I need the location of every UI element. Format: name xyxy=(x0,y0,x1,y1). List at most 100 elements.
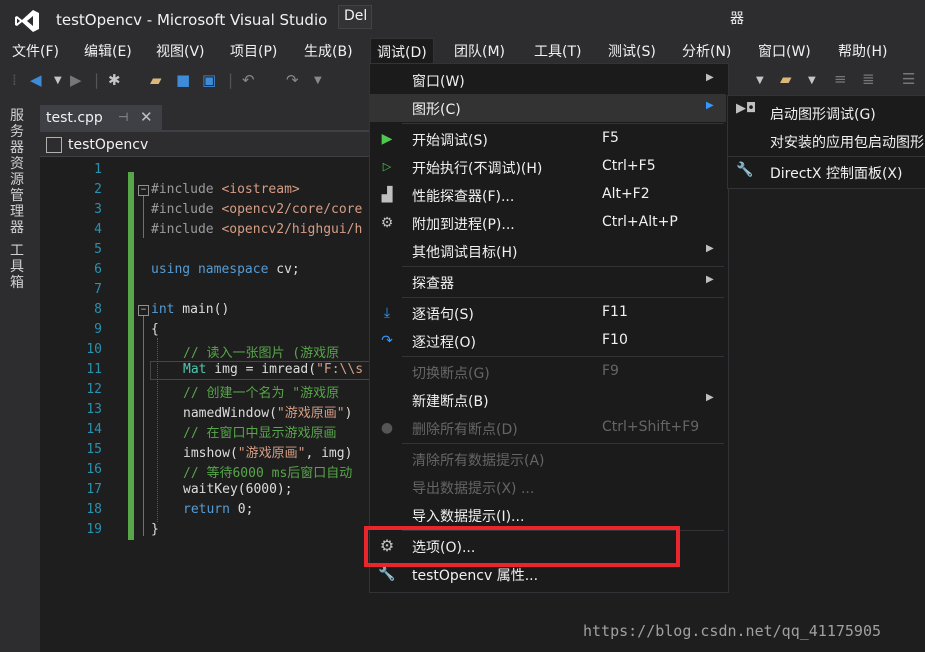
line-number: 7 xyxy=(94,282,102,297)
code-line: // 等待6000 ms后窗口自动 xyxy=(183,466,353,481)
window-title: testOpencv - Microsoft Visual Studio xyxy=(56,11,328,29)
fold-collapse-icon[interactable]: − xyxy=(138,185,149,196)
forward-icon[interactable]: ▶ xyxy=(70,71,82,89)
code-line: // 读入一张图片 (游戏原 xyxy=(183,346,340,361)
code-line: imshow("游戏原画", img) xyxy=(183,446,353,461)
menu-separator xyxy=(402,356,724,357)
fold-guide xyxy=(143,316,144,536)
redo-icon[interactable]: ↷ xyxy=(286,71,299,89)
debug-menu-item-start-debugging[interactable]: ▶ 开始调试(S) F5 xyxy=(370,125,726,153)
debug-menu-item-attach-to-process[interactable]: ⚙ 附加到进程(P)... Ctrl+Alt+P xyxy=(370,209,726,237)
debugger-dropdown-icon[interactable]: ▼ xyxy=(756,75,764,86)
line-number: 19 xyxy=(86,522,102,537)
back-icon[interactable]: ◀ xyxy=(30,71,42,89)
line-number: 16 xyxy=(86,462,102,477)
menu-debug[interactable]: 调试(D) xyxy=(370,38,434,66)
server-explorer-tab[interactable]: 服务器资源管理器 xyxy=(10,108,26,236)
menu-help[interactable]: 帮助(H) xyxy=(832,40,893,64)
debug-menu-item-graphics[interactable]: 图形(C) ▶ xyxy=(370,94,726,122)
solution-config-label: Del xyxy=(344,8,368,24)
menu-edit[interactable]: 编辑(E) xyxy=(78,40,138,64)
debug-menu-item-start-without-debugging[interactable]: ▷ 开始执行(不调试)(H) Ctrl+F5 xyxy=(370,153,726,181)
graphics-submenu-item-start-diagnostics[interactable]: 启动图形调试(G) xyxy=(770,104,876,124)
debug-menu-item-clear-datatips[interactable]: 清除所有数据提示(A) xyxy=(370,445,726,473)
line-number: 4 xyxy=(94,222,102,237)
debug-menu-item-profiler[interactable]: 探查器 ▶ xyxy=(370,268,726,296)
performance-chart-icon: ▟ xyxy=(381,187,393,203)
menu-view[interactable]: 视图(V) xyxy=(150,40,211,64)
document-tab-label: test.cpp xyxy=(46,110,103,126)
line-number: 1 xyxy=(94,162,102,177)
menu-file[interactable]: 文件(F) xyxy=(6,40,65,64)
debug-menu-item-delete-all-breakpoints[interactable]: ● 删除所有断点(D) Ctrl+Shift+F9 xyxy=(370,414,726,442)
back-dropdown-icon[interactable]: ▼ xyxy=(54,75,62,86)
find-in-files-icon[interactable]: ▰ xyxy=(780,70,792,88)
submenu-arrow-icon: ▶ xyxy=(706,274,714,285)
new-project-icon[interactable]: ✱ xyxy=(108,71,121,89)
fold-collapse-icon[interactable]: − xyxy=(138,305,149,316)
find-dropdown-icon[interactable]: ▼ xyxy=(808,75,816,86)
debugger-target-label[interactable]: 器 xyxy=(730,8,744,28)
line-number: 10 xyxy=(86,342,102,357)
line-number: 9 xyxy=(94,322,102,337)
debug-menu-item-import-datatips[interactable]: 导入数据提示(I)... xyxy=(370,501,726,529)
code-line: #include <opencv2/core/core xyxy=(151,202,363,217)
menu-test[interactable]: 测试(S) xyxy=(602,40,662,64)
indent-guide xyxy=(157,338,158,522)
line-number: 2 xyxy=(94,182,102,197)
open-folder-icon[interactable]: ▰ xyxy=(150,71,162,89)
graphics-submenu-item-directx-control-panel[interactable]: DirectX 控制面板(X) xyxy=(770,163,902,183)
line-number: 5 xyxy=(94,242,102,257)
submenu-arrow-icon: ▶ xyxy=(706,243,714,254)
code-line: { xyxy=(151,322,159,337)
code-line: #include <opencv2/highgui/h xyxy=(151,222,363,237)
debug-menu-item-other-targets[interactable]: 其他调试目标(H) ▶ xyxy=(370,237,726,265)
menu-separator xyxy=(728,156,925,157)
line-number: 6 xyxy=(94,262,102,277)
uncomment-icon[interactable]: ≣ xyxy=(862,70,875,88)
menu-window[interactable]: 窗口(W) xyxy=(752,40,817,64)
code-line: namedWindow("游戏原画") xyxy=(183,406,353,421)
wrench-icon: 🔧 xyxy=(378,566,396,582)
visual-studio-logo-icon xyxy=(15,10,39,32)
debug-menu-item-new-breakpoint[interactable]: 新建断点(B) ▶ xyxy=(370,386,726,414)
camera-icon: ▶◘ xyxy=(736,101,757,116)
debug-menu-item-toggle-breakpoint[interactable]: 切换断点(G) F9 xyxy=(370,358,726,386)
line-number: 14 xyxy=(86,422,102,437)
line-number: 17 xyxy=(86,482,102,497)
highlight-annotation-box xyxy=(364,526,680,567)
pin-icon[interactable]: ⊣ xyxy=(118,110,128,124)
submenu-arrow-icon: ▶ xyxy=(706,72,714,83)
redo-dropdown-icon[interactable]: ▼ xyxy=(314,75,322,86)
comment-icon[interactable]: ≡ xyxy=(834,70,847,88)
debug-menu-item-export-datatips[interactable]: 导出数据提示(X) ... xyxy=(370,473,726,501)
debug-menu-item-step-over[interactable]: ↷ 逐过程(O) F10 xyxy=(370,327,726,355)
project-dropdown[interactable]: testOpencv xyxy=(68,137,148,153)
debug-menu-item-step-into[interactable]: ⤓ 逐语句(S) F11 xyxy=(370,299,726,327)
code-line: } xyxy=(151,522,159,537)
debug-menu-item-windows[interactable]: 窗口(W) ▶ xyxy=(370,66,726,94)
code-line: waitKey(6000); xyxy=(183,482,293,497)
menu-separator xyxy=(402,123,724,124)
save-icon[interactable]: ■ xyxy=(176,71,190,89)
indent-icon[interactable]: ☰ xyxy=(902,70,915,88)
gears-icon: ⚙ xyxy=(380,215,394,231)
menu-analyze[interactable]: 分析(N) xyxy=(676,40,737,64)
submenu-arrow-icon: ▶ xyxy=(706,392,714,403)
code-line: Mat img = imread("F:\\s xyxy=(183,362,364,377)
save-all-icon[interactable]: ▣ xyxy=(202,71,216,89)
graphics-submenu-item-start-on-app-package[interactable]: 对安装的应用包启动图形 xyxy=(770,132,924,152)
toolbox-tab[interactable]: 工具箱 xyxy=(10,243,26,291)
menu-project[interactable]: 项目(P) xyxy=(224,40,283,64)
menu-bar: 文件(F) 编辑(E) 视图(V) 项目(P) 生成(B) 调试(D) 团队(M… xyxy=(0,38,925,66)
menu-team[interactable]: 团队(M) xyxy=(448,40,511,64)
undo-icon[interactable]: ↶ xyxy=(242,71,255,89)
step-over-icon: ↷ xyxy=(381,333,393,349)
menu-separator xyxy=(402,443,724,444)
debug-menu-item-performance-profiler[interactable]: ▟ 性能探查器(F)... Alt+F2 xyxy=(370,181,726,209)
menu-build[interactable]: 生成(B) xyxy=(298,40,359,64)
play-icon: ▶ xyxy=(381,131,393,147)
menu-tools[interactable]: 工具(T) xyxy=(528,40,587,64)
close-icon[interactable]: ✕ xyxy=(140,108,153,126)
delete-breakpoints-icon: ● xyxy=(380,420,394,436)
